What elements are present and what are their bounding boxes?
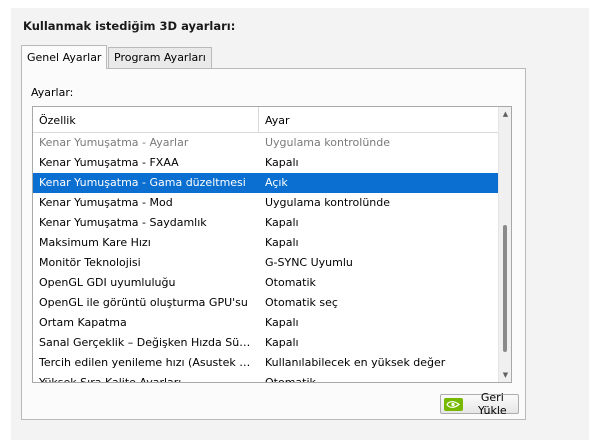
table-row[interactable]: Tercih edilen yenileme hızı (Asustek Com… — [33, 353, 499, 373]
settings-list[interactable]: Özellik Ayar Kenar Yumuşatma - Ayarlar Uy… — [32, 106, 512, 383]
row-feature: Kenar Yumuşatma - Saydamlık — [39, 216, 207, 229]
table-row[interactable]: Kenar Yumuşatma - Gama düzeltmesi Açık — [33, 173, 499, 193]
row-setting-value: Uygulama kontrolünde — [265, 196, 391, 209]
table-row[interactable]: Ortam Kapatma Kapalı — [33, 313, 499, 333]
page-title: Kullanmak istediğim 3D ayarları: — [23, 19, 236, 33]
row-setting-value: Kapalı — [265, 316, 299, 329]
scroll-down-icon[interactable]: ▼ — [499, 368, 511, 382]
scroll-up-icon[interactable]: ▲ — [499, 107, 511, 121]
column-header-feature[interactable]: Özellik — [33, 107, 259, 132]
restore-button[interactable]: Geri Yükle — [440, 391, 519, 417]
row-feature: Ortam Kapatma — [39, 316, 127, 329]
list-header: Özellik Ayar — [33, 107, 499, 133]
row-setting-value: Otomatik — [265, 276, 316, 289]
tab-genel-ayarlar[interactable]: Genel Ayarlar — [21, 45, 108, 69]
settings-label: Ayarlar: — [31, 86, 74, 99]
tab-content: Ayarlar: Özellik Ayar Kenar Yumuşatma - … — [21, 68, 526, 420]
vertical-scrollbar[interactable]: ▲ ▼ — [498, 107, 511, 382]
table-row[interactable]: Kenar Yumuşatma - Saydamlık Kapalı — [33, 213, 499, 233]
table-row[interactable]: Kenar Yumuşatma - Ayarlar Uygulama kontro… — [33, 133, 499, 153]
row-setting-value: Kapalı — [265, 216, 299, 229]
row-setting-value: Kullanılabilecek en yüksek değer — [265, 356, 446, 369]
row-feature: Sanal Gerçeklik – Değişken Hızda Süper Ö… — [39, 336, 257, 349]
row-setting-value: Uygulama kontrolünde — [265, 136, 391, 149]
table-row[interactable]: Kenar Yumuşatma - FXAA Kapalı — [33, 153, 499, 173]
list-rows: Kenar Yumuşatma - Ayarlar Uygulama kontro… — [33, 133, 499, 383]
row-feature: OpenGL GDI uyumluluğu — [39, 276, 176, 289]
row-feature: Maksimum Kare Hızı — [39, 236, 151, 249]
nvidia-logo-icon — [444, 397, 463, 411]
row-feature: OpenGL ile görüntü oluşturma GPU'su — [39, 296, 248, 309]
row-setting-value: Kapalı — [265, 236, 299, 249]
row-setting-value: Otomatik — [265, 376, 316, 383]
scroll-thumb[interactable] — [503, 225, 507, 352]
row-feature: Tercih edilen yenileme hızı (Asustek Com… — [39, 356, 257, 369]
table-row[interactable]: Kenar Yumuşatma - Mod Uygulama kontrolünd… — [33, 193, 499, 213]
table-row[interactable]: Maksimum Kare Hızı Kapalı — [33, 233, 499, 253]
table-row[interactable]: OpenGL GDI uyumluluğu Otomatik — [33, 273, 499, 293]
row-setting-value: Otomatik seç — [265, 296, 338, 309]
row-feature: Kenar Yumuşatma - Ayarlar — [39, 136, 189, 149]
table-row[interactable]: Sanal Gerçeklik – Değişken Hızda Süper Ö… — [33, 333, 499, 353]
row-setting-value: Kapalı — [265, 336, 299, 349]
table-row[interactable]: OpenGL ile görüntü oluşturma GPU'su Otoma… — [33, 293, 499, 313]
restore-button-label: Geri Yükle — [478, 391, 507, 417]
table-row[interactable]: Monitör Teknolojisi G-SYNC Uyumlu — [33, 253, 499, 273]
table-row[interactable]: Yüksek Sıra Kalite Ayarları Otomatik — [33, 373, 499, 383]
row-feature: Yüksek Sıra Kalite Ayarları — [39, 376, 182, 383]
row-feature: Kenar Yumuşatma - FXAA — [39, 156, 179, 169]
tab-program-ayarlari[interactable]: Program Ayarları — [108, 47, 212, 68]
row-setting-value: G-SYNC Uyumlu — [265, 256, 353, 269]
column-header-setting[interactable]: Ayar — [259, 107, 499, 132]
row-setting-value: Açık — [265, 176, 288, 189]
row-feature: Monitör Teknolojisi — [39, 256, 141, 269]
row-feature: Kenar Yumuşatma - Gama düzeltmesi — [39, 176, 246, 189]
row-setting-value: Kapalı — [265, 156, 299, 169]
row-feature: Kenar Yumuşatma - Mod — [39, 196, 173, 209]
